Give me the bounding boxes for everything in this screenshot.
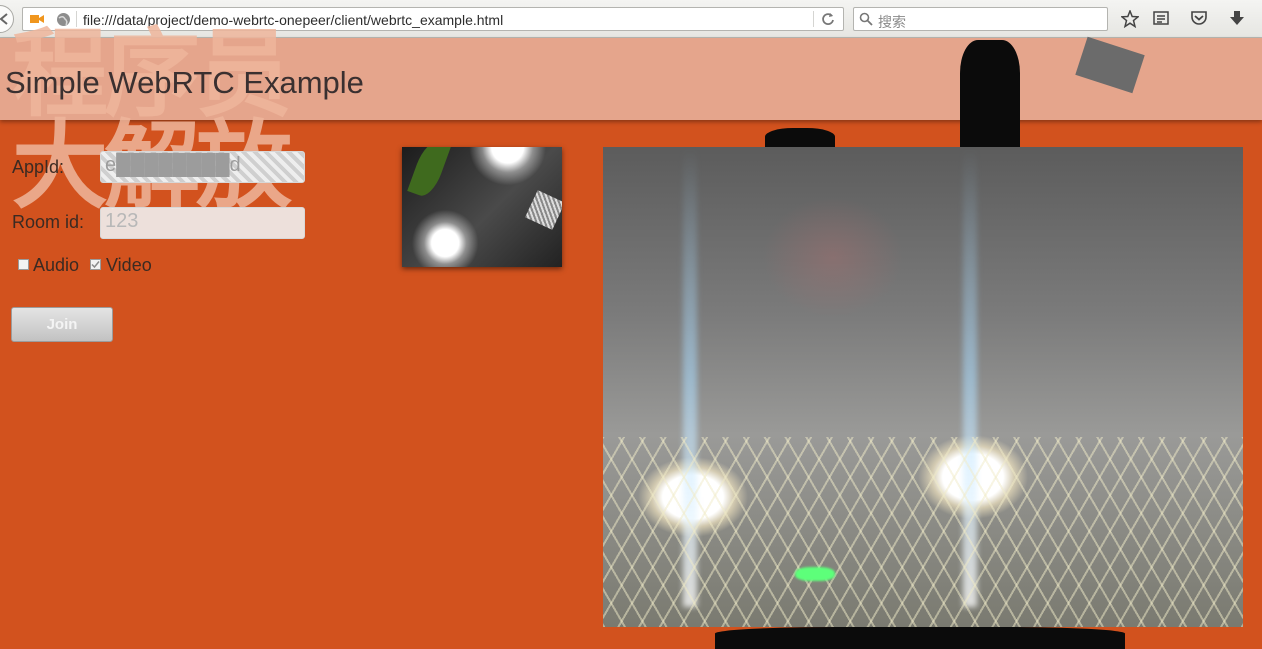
page-title: Simple WebRTC Example <box>5 65 364 100</box>
join-button[interactable]: Join <box>11 307 113 342</box>
check-icon <box>91 261 100 269</box>
search-icon <box>859 12 873 26</box>
video-checkbox[interactable] <box>90 259 101 270</box>
bookmark-star-icon[interactable] <box>1121 10 1139 28</box>
appid-input[interactable]: e████████d <box>100 151 305 183</box>
local-video <box>402 147 562 267</box>
leaf-shape <box>407 147 451 200</box>
pocket-icon[interactable] <box>1190 10 1208 26</box>
reload-icon[interactable] <box>821 12 835 26</box>
background-watermark: 程序员大解放 <box>12 18 292 222</box>
room-id-input[interactable]: 123 <box>100 207 305 239</box>
grid-shape <box>525 190 562 230</box>
green-light <box>795 567 835 581</box>
audio-checkbox[interactable] <box>18 259 29 270</box>
video-net-texture <box>603 437 1243 627</box>
search-placeholder: 搜索 <box>878 14 906 30</box>
room-id-label: Room id: <box>12 212 85 232</box>
video-label: Video <box>106 255 152 275</box>
background-figure-arm <box>960 40 1020 150</box>
remote-video <box>603 147 1243 627</box>
back-icon <box>0 13 8 25</box>
search-box[interactable]: 搜索 <box>853 7 1108 31</box>
download-icon[interactable] <box>1229 10 1245 26</box>
background-figure-base <box>715 627 1125 649</box>
reader-icon[interactable] <box>1153 10 1169 26</box>
audio-label: Audio <box>33 255 80 275</box>
appid-label: AppId: <box>12 157 65 177</box>
